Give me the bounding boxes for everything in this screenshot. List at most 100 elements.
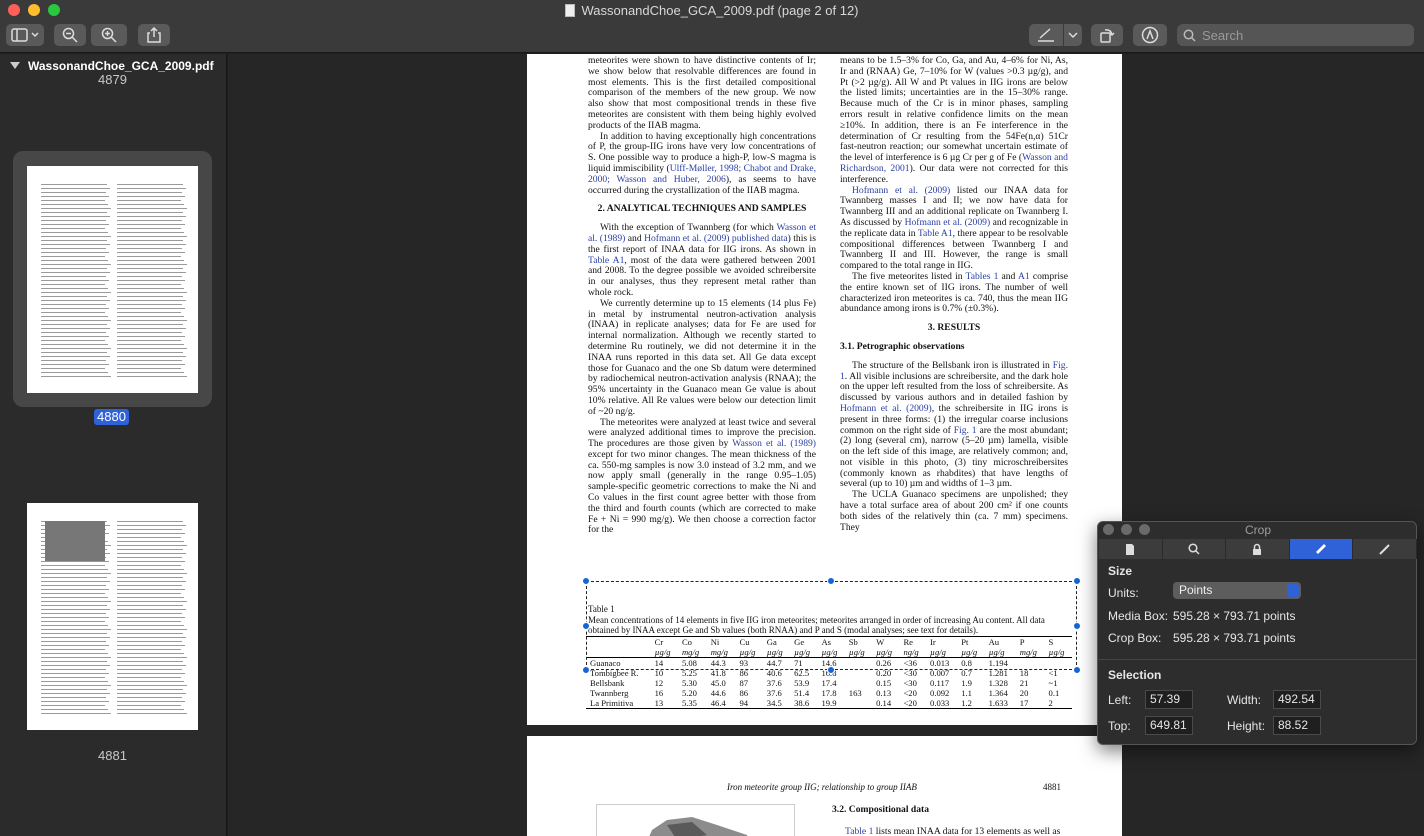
highlight-options-button[interactable] [1064, 24, 1082, 46]
section-heading: 2. ANALYTICAL TECHNIQUES AND SAMPLES [597, 203, 807, 215]
thumbnail-text-line [41, 340, 105, 341]
table-cell: 0.1 [1048, 688, 1060, 698]
thumbnail-text-line [41, 244, 110, 245]
table-link[interactable]: A1 [1018, 271, 1030, 282]
table-cell: ~1 [1048, 678, 1058, 688]
selection-handle-top[interactable] [827, 577, 835, 585]
thumbnail-text-line [117, 581, 186, 582]
selection-handle-bottom[interactable] [827, 666, 835, 674]
sidebar-toggle-button[interactable] [6, 24, 44, 46]
table-cell: <20 [903, 688, 917, 698]
share-button[interactable] [138, 24, 170, 46]
table-cell: 1.9 [961, 678, 972, 688]
thumbnail-text-line [117, 653, 184, 654]
paragraph: Table 1 lists mean INAA data for 13 elem… [845, 826, 1061, 836]
figure-link[interactable]: Fig. 1 [954, 425, 977, 436]
tab-annotations[interactable] [1353, 539, 1417, 559]
zoom-in-button[interactable] [91, 24, 127, 46]
page-thumbnail-4880[interactable] [27, 166, 198, 393]
citation-link[interactable]: Hofmann et al. (2009) [840, 403, 932, 414]
rotate-icon [1100, 29, 1115, 43]
thumbnail-text-line [41, 364, 109, 365]
zoom-out-button[interactable] [54, 24, 86, 46]
table-cell: 0.117 [930, 678, 950, 688]
thumbnail-text-line [41, 705, 105, 706]
thumbnail-text-line [41, 236, 111, 237]
citation-link[interactable]: Hofmann et al. (2009) published data [644, 233, 788, 244]
figure-image [596, 804, 795, 836]
table-cell: <30 [903, 678, 917, 688]
thumbnail-text-line [41, 204, 108, 205]
citation-link[interactable]: Wasson et al. (1989) [732, 438, 816, 449]
thumbnail-text-line [41, 208, 111, 209]
thumbnail-text-line [117, 188, 186, 189]
toolbar: WassonandChoe_GCA_2009.pdf (page 2 of 12… [0, 0, 1424, 53]
selection-left-field[interactable]: 57.39 [1145, 690, 1193, 709]
thumbnail-text-line [41, 629, 111, 630]
thumbnail-text-line [117, 320, 187, 321]
selection-handle-bottom-left[interactable] [582, 666, 590, 674]
table-cell: 86 [739, 688, 749, 698]
thumbnail-text-line [117, 228, 181, 229]
thumbnail-text-line [41, 312, 105, 313]
crop-selection-rectangle[interactable] [586, 581, 1077, 670]
search-field[interactable] [1177, 24, 1414, 46]
thumbnail-text-line [41, 328, 110, 329]
thumbnail-text-line [117, 641, 182, 642]
markup-toolbar-button[interactable] [1133, 24, 1167, 46]
thumbnail-text-line [41, 300, 110, 301]
thumbnail-text-line [117, 613, 182, 614]
thumbnail-text-line [117, 605, 183, 606]
tab-crop[interactable] [1289, 539, 1354, 559]
thumbnail-text-line [117, 537, 181, 538]
search-input[interactable] [1202, 27, 1402, 43]
thumbnail-text-line [117, 701, 185, 702]
units-select[interactable]: Points [1173, 582, 1301, 599]
selection-handle-top-left[interactable] [582, 577, 590, 585]
table-cell: 2 [1044, 698, 1072, 709]
table-cell: 20 [1019, 688, 1029, 698]
selection-height-field[interactable]: 88.52 [1273, 716, 1321, 735]
thumbnail-text-line [41, 368, 105, 369]
tab-general-info[interactable] [1099, 539, 1163, 559]
paragraph: We currently determine up to 15 elements… [588, 297, 816, 417]
page-thumbnail-4881[interactable] [27, 503, 198, 730]
thumbnail-text-line [117, 545, 187, 546]
thumbnail-text-line [41, 677, 105, 678]
paragraph: The meteorites were analyzed at least tw… [588, 416, 816, 536]
rotate-button[interactable] [1091, 24, 1123, 46]
thumbnail-text-line [41, 573, 111, 574]
selection-width-field[interactable]: 492.54 [1273, 690, 1321, 709]
citation-link[interactable]: Hofmann et al. (2009) [905, 217, 991, 228]
thumbnail-text-line [41, 593, 105, 594]
selection-handle-right[interactable] [1073, 622, 1081, 630]
panel-title: Crop [1244, 523, 1271, 537]
thumbnail-text-line [117, 521, 183, 522]
left-column: meteorites were shown to have distinctiv… [588, 55, 816, 536]
magnifier-icon [1188, 543, 1200, 555]
table-cell: 0.15 [876, 678, 892, 688]
tab-search-info[interactable] [1163, 539, 1227, 559]
tab-encryption[interactable] [1226, 539, 1290, 559]
table-cell: 1.2 [957, 698, 985, 709]
thumbnail-text-line [41, 264, 111, 265]
disclosure-triangle-icon[interactable] [10, 62, 20, 69]
thumbnail-text-line [117, 316, 184, 317]
table-link[interactable]: Table A1 [918, 228, 953, 239]
selection-handle-top-right[interactable] [1073, 577, 1081, 585]
citation-link[interactable]: Hofmann et al. (2009) [852, 185, 950, 196]
pdf-document-icon [565, 4, 576, 17]
thumbnail-text-line [117, 609, 186, 610]
thumbnail-text-line [41, 220, 106, 221]
markup-highlight-button[interactable] [1029, 24, 1063, 46]
selection-handle-bottom-right[interactable] [1073, 666, 1081, 674]
selection-handle-left[interactable] [582, 622, 590, 630]
thumbnail-text-line [117, 336, 185, 337]
table-link[interactable]: Table 1 [845, 826, 873, 836]
thumbnail-text-line [117, 204, 184, 205]
table-link[interactable]: Table A1 [588, 255, 624, 266]
thumbnail-text-line [117, 561, 185, 562]
selection-top-field[interactable]: 649.81 [1145, 716, 1193, 735]
thumbnail-text-line [117, 685, 187, 686]
table-link[interactable]: Tables 1 [966, 271, 999, 282]
